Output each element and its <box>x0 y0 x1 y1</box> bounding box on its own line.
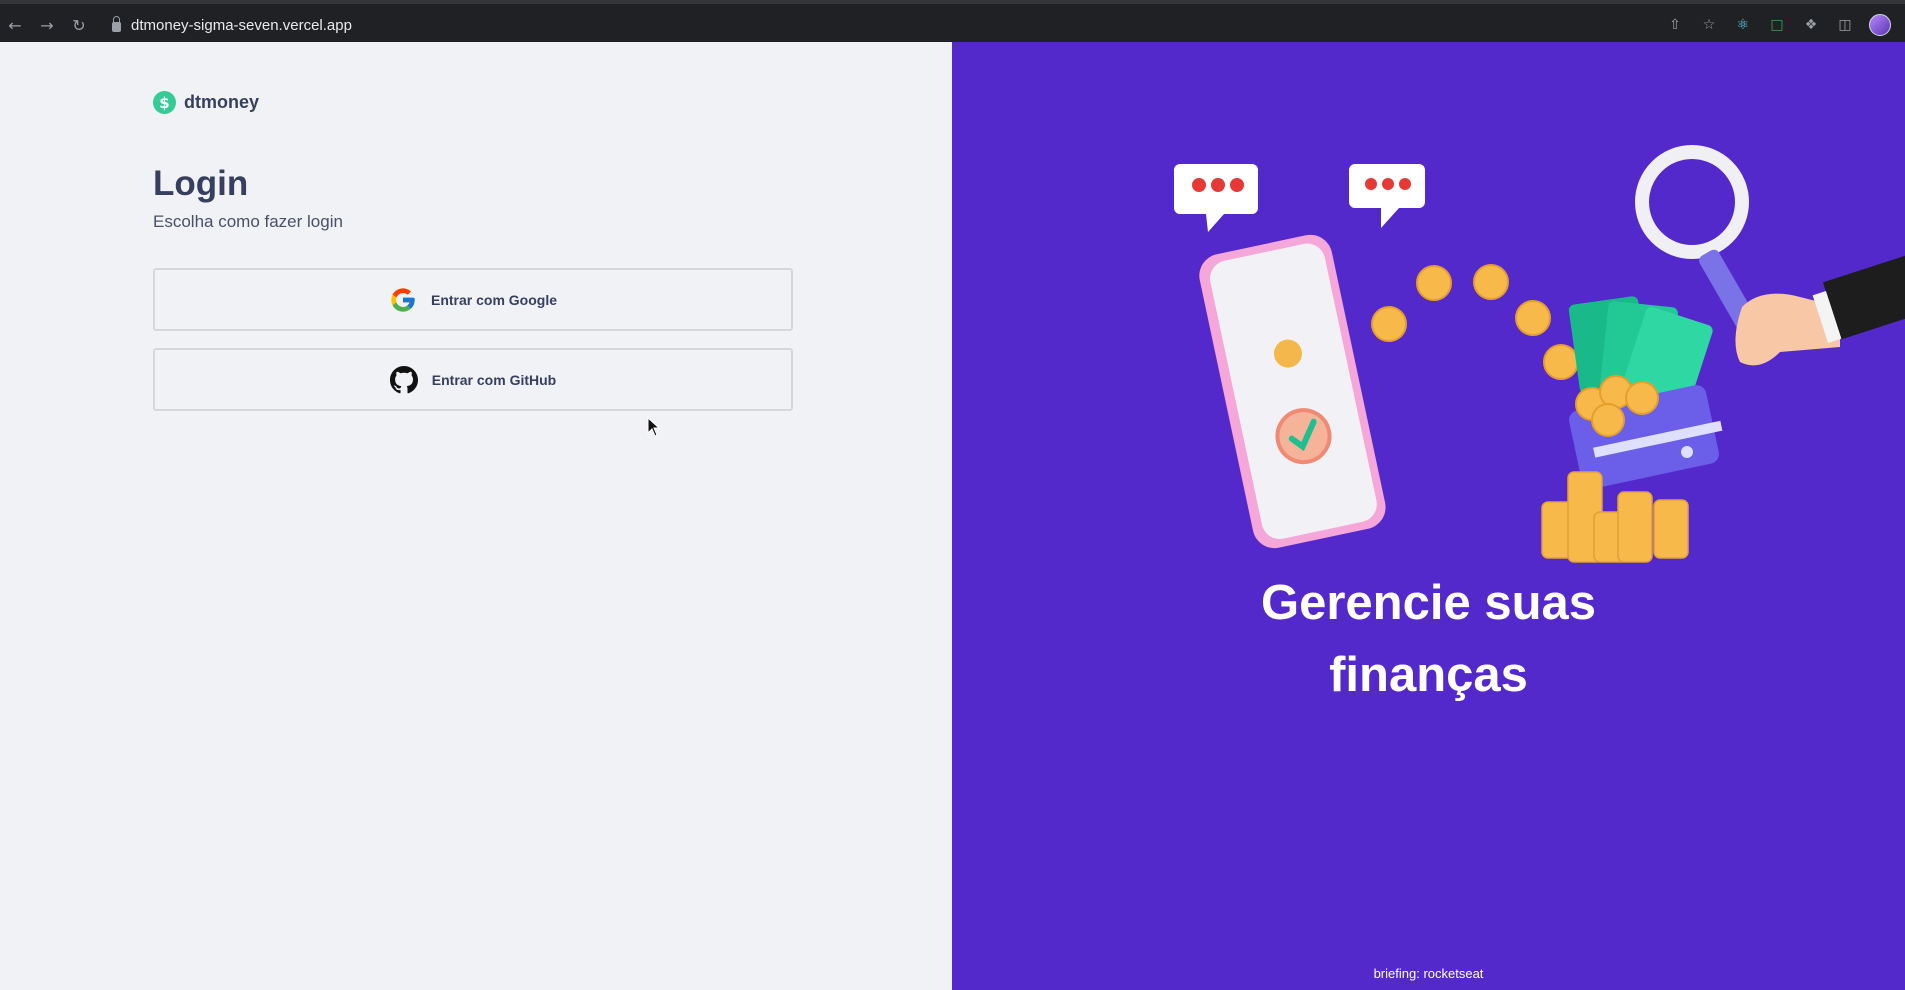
hero-headline: Gerencie suas finanças <box>1260 576 1597 702</box>
share-icon[interactable]: ⇧ <box>1665 15 1685 35</box>
page-subtitle: Escolha como fazer login <box>153 212 343 231</box>
chat-bubble-icon <box>1174 164 1258 232</box>
forward-icon[interactable]: → <box>36 14 58 36</box>
github-login-label: Entrar com GitHub <box>431 371 557 388</box>
url-text: dtmoney-sigma-seven.vercel.app <box>131 16 352 34</box>
dollar-icon: $ <box>153 91 176 114</box>
reload-icon[interactable]: ↻ <box>68 14 90 36</box>
lock-icon <box>112 15 121 32</box>
profile-avatar[interactable] <box>1869 14 1891 36</box>
star-icon[interactable]: ☆ <box>1699 15 1719 35</box>
hand-icon <box>1735 254 1905 366</box>
phone-icon <box>1199 234 1386 549</box>
browser-toolbar: ← → ↻ dtmoney-sigma-seven.vercel.app ⇧ ☆… <box>0 0 1905 42</box>
brand-logo: $ dtmoney <box>153 91 259 114</box>
login-panel: $ dtmoney Login Escolha como fazer login… <box>0 42 952 990</box>
github-icon <box>389 365 418 393</box>
mouse-cursor-icon <box>647 417 661 437</box>
screenshot-icon[interactable]: □ <box>1767 15 1787 35</box>
back-icon[interactable]: ← <box>4 14 26 36</box>
coin-icon <box>1371 264 1579 380</box>
google-login-button[interactable]: Entrar com Google <box>153 268 793 331</box>
finance-illustration <box>1174 145 1905 563</box>
coin-stack-icon <box>1541 471 1689 563</box>
google-icon <box>391 287 415 312</box>
chat-bubble-icon <box>1349 164 1425 228</box>
github-login-button[interactable]: Entrar com GitHub <box>153 348 793 411</box>
credit-text: briefing: rocketseat <box>1373 966 1484 981</box>
address-bar[interactable]: dtmoney-sigma-seven.vercel.app <box>112 13 352 37</box>
extensions-icon[interactable]: ❖ <box>1801 15 1821 35</box>
brand-name: dtmoney <box>184 92 260 112</box>
page-title: Login <box>153 164 249 203</box>
hero-panel: Gerencie suas finanças briefing: rockets… <box>952 42 1905 990</box>
react-devtools-icon[interactable]: ⚛ <box>1733 15 1753 35</box>
google-login-label: Entrar com Google <box>430 291 558 308</box>
sidepanel-icon[interactable]: ◫ <box>1835 15 1855 35</box>
